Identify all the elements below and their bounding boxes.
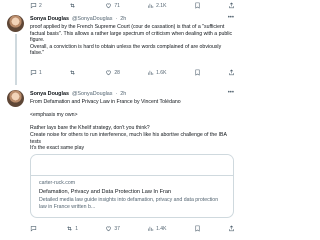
avatar[interactable]	[7, 90, 24, 107]
tweet-header: Sonya Douglas @SonyaDouglas · 2h	[30, 90, 126, 98]
link-card-description: Detailed media law guide insights into d…	[39, 197, 219, 210]
link-card-domain: carter-ruck.com	[39, 180, 76, 186]
reply-icon	[30, 226, 37, 232]
bookmark-icon	[195, 2, 200, 9]
retweet-button[interactable]: 1	[66, 225, 78, 232]
link-card-title: Defamation, Privacy and Data Protection …	[39, 189, 172, 195]
tweet-text: proof applied by the French Supreme Cour…	[30, 24, 233, 57]
author-handle[interactable]: @SonyaDouglas	[72, 16, 113, 22]
views-button[interactable]: 1.4K	[147, 225, 166, 232]
retweet-count: 1	[75, 225, 79, 232]
share-icon	[229, 2, 234, 9]
retweet-icon	[70, 70, 75, 75]
like-count: 71	[114, 2, 120, 9]
tweet-time[interactable]: 2h	[120, 16, 126, 22]
retweet-button[interactable]	[69, 2, 78, 9]
tweet[interactable]: Sonya Douglas @SonyaDouglas · 2h ••• pro…	[0, 15, 240, 85]
author-name[interactable]: Sonya Douglas	[30, 91, 69, 97]
views-icon	[148, 70, 154, 75]
share-button[interactable]	[228, 2, 235, 9]
retweet-button[interactable]	[69, 69, 78, 76]
like-button[interactable]: 28	[105, 69, 120, 76]
like-count: 28	[114, 69, 120, 76]
link-card-image	[31, 155, 233, 176]
bookmark-button[interactable]	[194, 69, 201, 76]
tweet[interactable]: Sonya Douglas @SonyaDouglas · 2h ••• Fro…	[0, 90, 240, 240]
reply-icon	[30, 70, 37, 76]
share-icon	[229, 225, 234, 232]
more-options-icon[interactable]: •••	[228, 15, 234, 21]
tweet-actions: 1 37 1.4K	[30, 224, 235, 233]
bookmark-icon	[195, 225, 200, 232]
views-button[interactable]: 1.6K	[147, 69, 166, 76]
bookmark-button[interactable]	[194, 225, 201, 232]
retweet-icon	[70, 3, 75, 8]
more-options-icon[interactable]: •••	[228, 90, 234, 96]
avatar[interactable]	[7, 15, 24, 32]
views-icon	[148, 226, 154, 231]
views-count: 1.4K	[156, 225, 167, 232]
reply-icon	[30, 3, 37, 9]
reply-count: 1	[39, 69, 42, 76]
views-count: 1.6K	[156, 69, 167, 76]
reply-button[interactable]: 1	[30, 69, 42, 76]
share-button[interactable]	[228, 225, 235, 232]
reply-count: 2	[39, 2, 42, 9]
views-button[interactable]: 2.1K	[147, 2, 166, 9]
views-count: 2.1K	[156, 2, 167, 9]
like-button[interactable]: 37	[105, 225, 120, 232]
tweet-time[interactable]: 2h	[120, 91, 126, 97]
thread-line	[15, 34, 17, 85]
retweet-icon	[67, 226, 73, 231]
like-button[interactable]: 71	[105, 2, 120, 9]
link-card[interactable]: carter-ruck.com Defamation, Privacy and …	[30, 154, 234, 218]
share-button[interactable]	[228, 69, 235, 76]
share-icon	[229, 69, 234, 76]
bookmark-button[interactable]	[194, 2, 201, 9]
heart-icon	[106, 3, 112, 9]
like-count: 37	[114, 225, 120, 232]
author-handle[interactable]: @SonyaDouglas	[72, 91, 113, 97]
tweet-header: Sonya Douglas @SonyaDouglas · 2h	[30, 15, 126, 23]
separator-dot: ·	[115, 16, 118, 22]
separator-dot: ·	[115, 91, 118, 97]
bookmark-icon	[195, 69, 200, 76]
top-tweet-actions: 2 71 2.1K	[30, 1, 235, 10]
author-name[interactable]: Sonya Douglas	[30, 16, 69, 22]
tweet-actions: 1 28 1.6K	[30, 68, 235, 77]
heart-icon	[106, 70, 112, 76]
heart-icon	[106, 226, 112, 232]
tweet-text: From Defamation and Privacy Law in Franc…	[30, 99, 227, 152]
reply-button[interactable]: 2	[30, 2, 42, 9]
views-icon	[148, 3, 154, 8]
reply-button[interactable]	[30, 225, 39, 232]
